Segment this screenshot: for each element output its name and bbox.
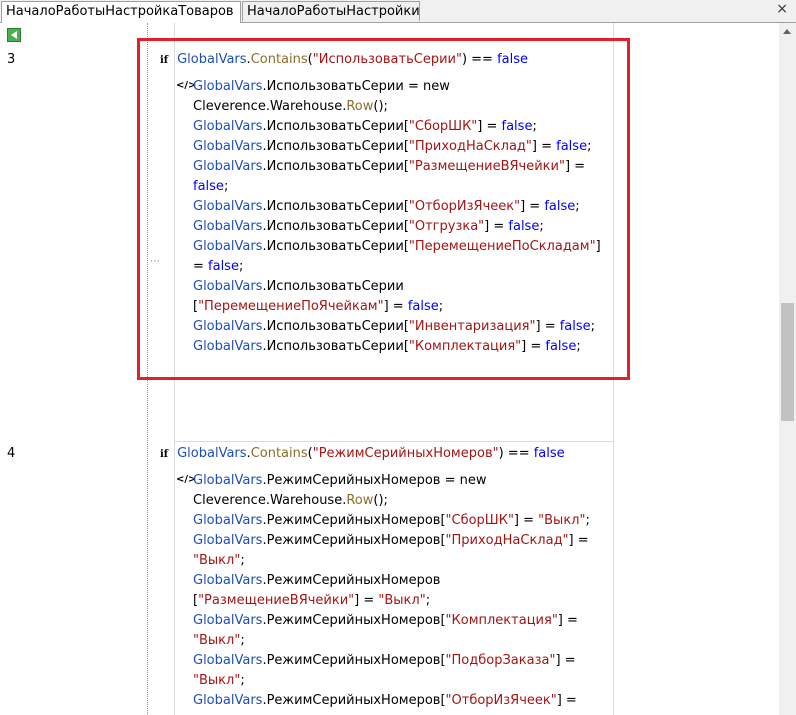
code-line: Cleverence.Warehouse.Row(); [193,493,388,508]
code-line: GlobalVars.РежимСерийныхНомеров = new [193,473,487,488]
cond-method: Contains [250,446,308,461]
tab-bar: НачалоРаботыНастройкаТоваров НачалоРабот… [0,0,796,23]
code-line: GlobalVars.РежимСерийныхНомеров["ПриходН… [193,533,589,548]
if-condition-line[interactable]: if GlobalVars.Contains("РежимСерийныхНоме… [160,446,565,461]
highlight-frame [137,38,630,380]
code-line: "Выкл"; [193,633,245,648]
back-arrow-icon[interactable] [7,28,21,42]
tab-nachalo-raboty-nastroyki[interactable]: НачалоРаботыНастройки [242,1,420,21]
code-line: "Выкл"; [193,673,245,688]
row-number: 4 [7,446,16,461]
code-line: GlobalVars.РежимСерийныхНомеров["ПодборЗ… [193,653,576,668]
scroll-thumb[interactable] [781,303,794,421]
tab-nachalo-raboty-nastroyka-tovarov[interactable]: НачалоРаботыНастройкаТоваров [1,1,241,23]
code-line: GlobalVars.РежимСерийныхНомеров["Комплек… [193,613,578,628]
close-icon[interactable]: × [776,1,788,17]
cond-kw: false [533,446,565,461]
cond-obj: GlobalVars [177,446,247,461]
cond-close: ) == [498,446,534,461]
vertical-scrollbar[interactable] [779,23,796,715]
row-number: 3 [7,52,16,67]
code-line: GlobalVars.РежимСерийныхНомеров["СборШК"… [193,513,590,528]
code-line: "Выкл"; [193,553,245,568]
if-keyword-icon: if [160,449,169,460]
editor-area: ⋯ 3 if GlobalVars.Contains("ИспользоватьС… [0,23,796,715]
scroll-up-arrow-icon[interactable] [779,23,796,40]
code-line: GlobalVars.РежимСерийныхНомеров["ОтборИз… [193,693,577,708]
cond-arg: "РежимСерийныхНомеров" [312,446,499,461]
code-line: ["РазмещениеВЯчейки"] = "Выкл"; [193,593,431,608]
block-separator [174,441,614,442]
code-line: GlobalVars.РежимСерийныхНомеров [193,573,441,588]
